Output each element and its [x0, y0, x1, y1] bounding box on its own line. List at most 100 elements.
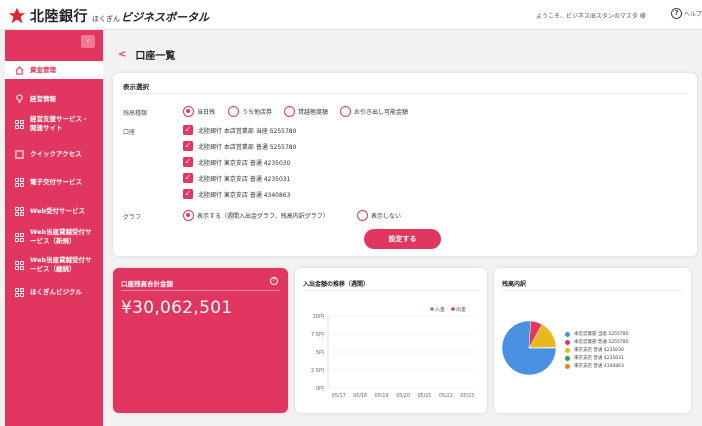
legend-marker [430, 307, 434, 311]
radio-overdraft-limit[interactable]: 貸越極度額 [284, 106, 328, 117]
info-icon[interactable]: ? [270, 277, 278, 285]
sidebar-item-label: Web当座貸越受付サービス（新規） [30, 228, 92, 245]
radio-label: うち他店券 [242, 109, 273, 116]
checkbox-checked-icon[interactable]: ✓ [183, 141, 193, 151]
sidebar-item-business-info[interactable]: 経営情報 [5, 92, 103, 106]
sidebar-collapse-button[interactable]: ‹ [81, 35, 95, 48]
display-selection-card: 表示選択 残高種類 当日残 うち他店券 貸越極度額 お引き出し可能金額 口座 ✓… [113, 73, 697, 256]
balance-breakdown-card: 残高内訳 本店営業部 当座 5255780 本店営業部 普通 5255780 東京支… [494, 268, 691, 413]
checkbox-checked-icon[interactable]: ✓ [183, 173, 193, 183]
radio-hide-graph[interactable]: 表示しない [357, 210, 401, 221]
legend-item: 本店営業部 当座 5255780 [565, 330, 628, 338]
x-tick-label: 05/22 [439, 393, 453, 399]
account-checkbox-item[interactable]: ✓ 北陸銀行 東京支店 普通 4235030 [183, 157, 290, 167]
y-tick-label: 10円 [313, 314, 324, 320]
radio-button[interactable] [340, 106, 351, 117]
help-icon: ? [671, 8, 682, 19]
total-balance-card: 口座残高合計金額 ? ¥30,062,501 [113, 268, 288, 413]
sidebar-item-label: 経営支援サービス・関連サイト [30, 115, 89, 132]
legend-label: 本店営業部 普通 5255780 [574, 340, 629, 345]
account-checkbox-item[interactable]: ✓ 北陸銀行 東京支店 普通 4235031 [183, 173, 290, 183]
account-name: 北陸銀行 本店営業部 当座 5255780 [198, 127, 297, 135]
radio-other-bank-checks[interactable]: うち他店券 [228, 106, 272, 117]
sidebar-item-bizicle[interactable]: ほくぎんビジクル [5, 285, 103, 299]
radio-button[interactable] [228, 106, 239, 117]
x-tick-label: 05/19 [375, 393, 389, 399]
page-title: < 口座一覧 [118, 47, 175, 62]
total-balance-amount: ¥30,062,501 [121, 298, 233, 318]
grid-icon [14, 260, 24, 270]
radio-button[interactable] [284, 106, 295, 117]
radio-button[interactable] [183, 210, 194, 221]
bank-name: 北陸銀行 [30, 9, 88, 25]
radio-label: 表示する（週間入出金グラフ、残高内訳グラフ） [197, 213, 329, 220]
divider [121, 290, 280, 291]
portal-name: ビジネスポータル [121, 11, 209, 24]
legend-label: 東京支店 普通 4340863 [574, 364, 624, 369]
checkbox-checked-icon[interactable]: ✓ [183, 157, 193, 167]
sidebar-item-overdraft-renewal[interactable]: Web当座貸越受付サービス（継続） [5, 254, 103, 276]
apply-settings-button[interactable]: 設定する [364, 229, 441, 249]
sidebar-item-business-support[interactable]: 経営支援サービス・関連サイト [5, 113, 103, 135]
balance-breakdown-chart [501, 320, 557, 376]
sidebar-item-quick-access[interactable]: クイックアクセス [5, 147, 103, 161]
sidebar-item-label: クイックアクセス [30, 149, 82, 158]
portal-subname: ほくぎん [92, 14, 120, 23]
legend-label: 東京支店 普通 4235030 [574, 348, 624, 353]
legend-label: 本店営業部 当座 5255780 [574, 332, 629, 337]
legend-label: 入金 [435, 306, 445, 313]
account-name: 北陸銀行 本店営業部 普通 5255780 [198, 143, 297, 151]
sidebar-item-fund-management[interactable]: 資金管理 [5, 61, 103, 79]
sidebar-item-label: Web受付サービス [30, 206, 85, 215]
checkbox-checked-icon[interactable]: ✓ [183, 125, 193, 135]
legend-marker [565, 363, 570, 369]
account-name: 北陸銀行 東京支店 普通 4235031 [198, 175, 291, 183]
lightbulb-icon [14, 94, 24, 104]
back-chevron-icon[interactable]: < [118, 49, 126, 60]
account-name: 北陸銀行 東京支店 普通 4340863 [198, 191, 291, 199]
sidebar-item-web-reception[interactable]: Web受付サービス [5, 204, 103, 218]
radio-button[interactable] [357, 210, 368, 221]
help-link[interactable]: ? ヘルプ [671, 8, 702, 19]
sidebar-item-label: 資金管理 [30, 65, 56, 74]
hokuriku-logo-icon [8, 7, 26, 24]
grid-icon [14, 119, 24, 129]
x-tick-label: 05/18 [353, 393, 367, 399]
sidebar: ‹ 資金管理 経営情報 経営支援サービス・関連サイト クイックアクセス 電子交付… [5, 30, 103, 426]
radio-same-day-balance[interactable]: 当日残 [183, 106, 215, 117]
account-checkbox-item[interactable]: ✓ 北陸銀行 東京支店 普通 4340863 [183, 189, 290, 199]
radio-label: 当日残 [197, 109, 216, 116]
x-tick-label: 05/21 [418, 393, 432, 399]
sidebar-item-label: Web当座貸越受付サービス（継続） [30, 256, 92, 273]
x-tick-label: 05/23 [460, 393, 474, 399]
grid-icon [14, 206, 24, 216]
account-checkbox-item[interactable]: ✓ 北陸銀行 本店営業部 当座 5255780 [183, 125, 296, 135]
account-checkbox-item[interactable]: ✓ 北陸銀行 本店営業部 普通 5255780 [183, 141, 296, 151]
square-icon [14, 149, 24, 159]
y-tick-label: 2.5円 [311, 368, 324, 374]
bank-logo[interactable]: 北陸銀行 ほくぎん ビジネスポータル [8, 6, 209, 26]
weekly-trend-card: 入出金額の推移（週間） 0円 2.5円 5円 7.5円 10円 05/17 05/18 05/… [295, 268, 487, 413]
legend-marker [565, 347, 570, 353]
legend-marker [451, 307, 455, 311]
checkbox-checked-icon[interactable]: ✓ [183, 189, 193, 199]
radio-withdrawable-amount[interactable]: お引き出し可能金額 [340, 106, 408, 117]
y-tick-label: 5円 [316, 350, 324, 356]
sidebar-item-label: 電子交付サービス [30, 177, 82, 186]
sidebar-item-overdraft-new[interactable]: Web当座貸越受付サービス（新規） [5, 226, 103, 248]
sidebar-item-e-delivery[interactable]: 電子交付サービス [5, 175, 103, 189]
legend-marker [565, 355, 570, 361]
legend-label: 出金 [456, 306, 466, 313]
grid-icon [14, 177, 24, 187]
legend-item: 東京支店 普通 4235031 [565, 354, 628, 362]
total-balance-title: 口座残高合計金額 [121, 280, 173, 288]
legend-item: 東京支店 普通 4235030 [565, 346, 628, 354]
grid-icon [14, 232, 24, 242]
sidebar-item-label: ほくぎんビジクル [30, 287, 82, 296]
radio-show-graph[interactable]: 表示する（週間入出金グラフ、残高内訳グラフ） [183, 210, 329, 221]
radio-button[interactable] [183, 106, 194, 117]
account-label: 口座 [123, 129, 136, 136]
x-tick-label: 05/20 [396, 393, 410, 399]
legend-marker [565, 331, 570, 337]
legend-item: 本店営業部 普通 5255780 [565, 338, 628, 346]
